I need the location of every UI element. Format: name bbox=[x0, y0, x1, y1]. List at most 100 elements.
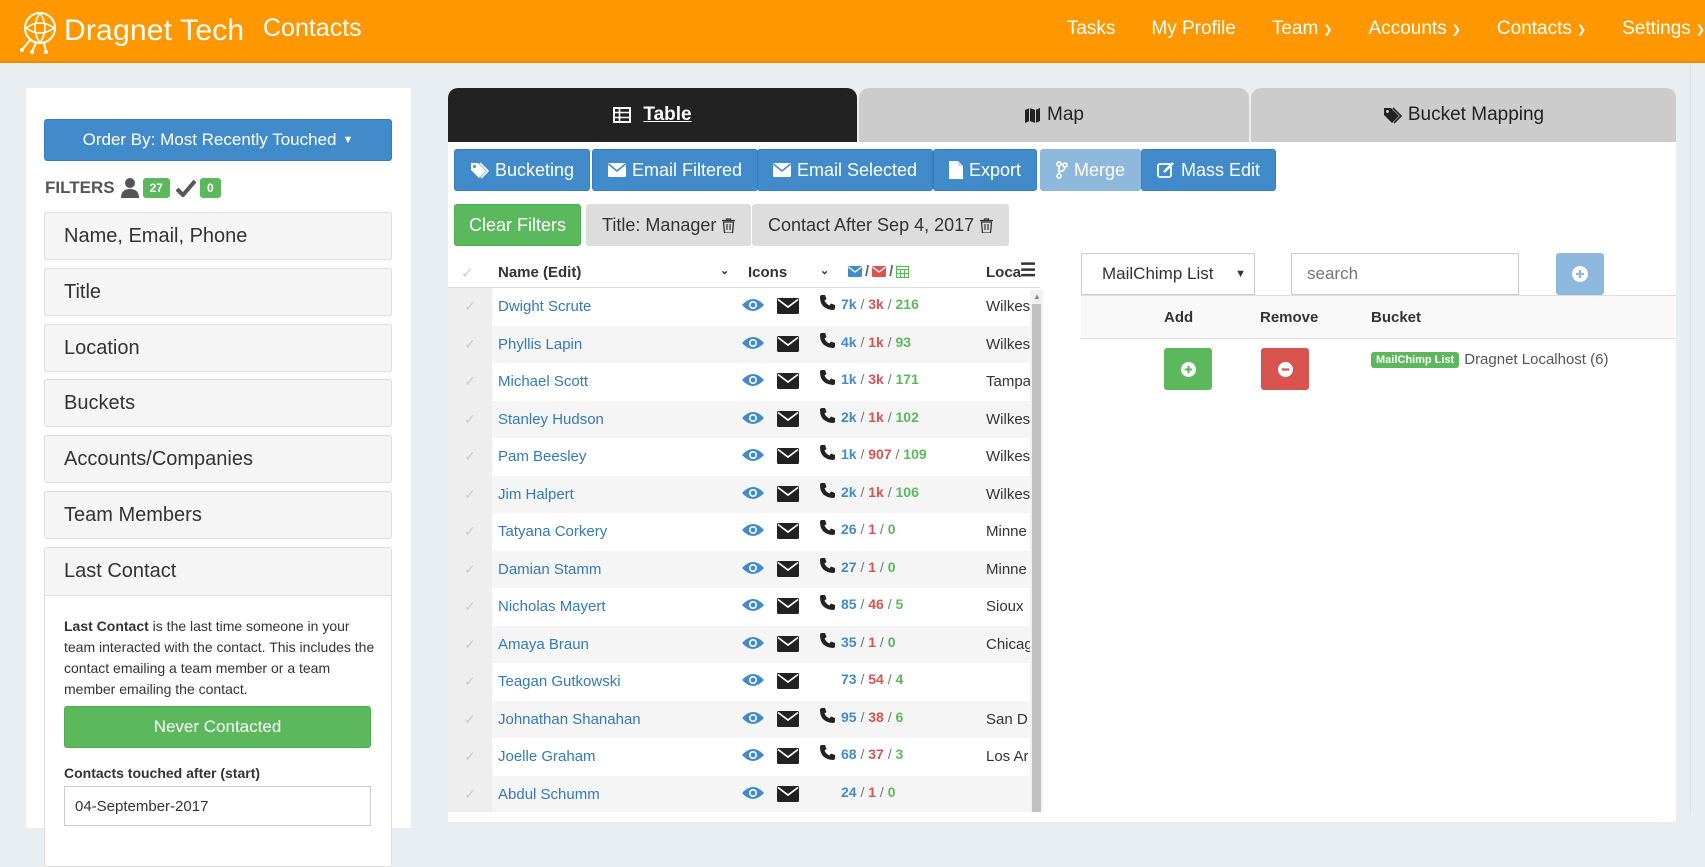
phone-icon[interactable] bbox=[819, 594, 836, 615]
trash-icon[interactable] bbox=[980, 217, 994, 233]
eye-icon[interactable] bbox=[741, 560, 765, 580]
phone-icon[interactable] bbox=[819, 332, 836, 353]
envelope-icon[interactable] bbox=[777, 485, 799, 506]
name-sort-chevron-icon[interactable]: ⌄ bbox=[720, 264, 729, 277]
email-selected-button[interactable]: Email Selected bbox=[757, 149, 934, 191]
phone-icon[interactable] bbox=[819, 632, 836, 653]
phone-icon[interactable] bbox=[819, 744, 836, 765]
row-select-check-icon[interactable]: ✓ bbox=[448, 550, 492, 588]
row-select-check-icon[interactable]: ✓ bbox=[448, 325, 492, 363]
eye-icon[interactable] bbox=[741, 447, 765, 467]
clear-filters-button[interactable]: Clear Filters bbox=[454, 204, 581, 246]
phone-icon[interactable] bbox=[819, 482, 836, 503]
eye-icon[interactable] bbox=[741, 335, 765, 355]
eye-icon[interactable] bbox=[741, 710, 765, 730]
envelope-icon[interactable] bbox=[777, 523, 799, 543]
remove-from-bucket-button[interactable] bbox=[1261, 348, 1309, 390]
nav-tasks[interactable]: Tasks bbox=[1067, 18, 1116, 40]
eye-icon[interactable] bbox=[741, 635, 765, 655]
envelope-icon[interactable] bbox=[777, 298, 799, 318]
brand-logo[interactable]: Dragnet Tech bbox=[16, 8, 244, 54]
filter-chip-title[interactable]: Title: Manager bbox=[586, 204, 752, 246]
envelope-icon[interactable] bbox=[777, 373, 799, 393]
phone-icon[interactable] bbox=[819, 407, 836, 428]
scroll-up-arrow-icon[interactable]: ▲ bbox=[1033, 292, 1041, 301]
filter-accounts-companies[interactable]: Accounts/Companies bbox=[44, 435, 392, 483]
contact-name-link[interactable]: Michael Scott bbox=[498, 373, 588, 390]
row-select-check-icon[interactable]: ✓ bbox=[448, 400, 492, 438]
order-by-dropdown[interactable]: Order By: Most Recently Touched ▼ bbox=[44, 119, 392, 161]
table-scrollbar[interactable]: ▲ bbox=[1030, 290, 1043, 812]
columns-menu-icon[interactable]: ☰ bbox=[1020, 260, 1036, 281]
nav-settings[interactable]: Settings ❯ bbox=[1622, 18, 1705, 40]
envelope-icon[interactable] bbox=[777, 785, 799, 806]
add-to-bucket-button[interactable] bbox=[1164, 348, 1212, 390]
tab-map[interactable]: Map bbox=[859, 88, 1249, 142]
row-select-check-icon[interactable]: ✓ bbox=[448, 475, 492, 513]
scrollbar-thumb[interactable] bbox=[1032, 304, 1041, 812]
contact-name-link[interactable]: Phyllis Lapin bbox=[498, 336, 582, 353]
filter-chip-contact-after[interactable]: Contact After Sep 4, 2017 bbox=[752, 204, 1010, 246]
contact-name-link[interactable]: Nicholas Mayert bbox=[498, 598, 606, 615]
eye-icon[interactable] bbox=[741, 522, 765, 542]
contact-name-link[interactable]: Damian Stamm bbox=[498, 561, 601, 578]
phone-icon[interactable] bbox=[819, 444, 836, 465]
never-contacted-button[interactable]: Never Contacted bbox=[64, 706, 371, 748]
filter-buckets[interactable]: Buckets bbox=[44, 379, 392, 427]
stats-column-header[interactable]: / / bbox=[848, 263, 910, 280]
contact-name-link[interactable]: Pam Beesley bbox=[498, 448, 586, 465]
envelope-icon[interactable] bbox=[777, 410, 799, 431]
eye-icon[interactable] bbox=[741, 410, 765, 430]
tab-table[interactable]: Table bbox=[448, 88, 857, 142]
bucketing-button[interactable]: Bucketing bbox=[454, 149, 591, 191]
eye-icon[interactable] bbox=[741, 785, 765, 805]
filter-location[interactable]: Location bbox=[44, 324, 392, 372]
name-column-header[interactable]: Name (Edit) bbox=[498, 264, 581, 281]
tab-bucket-mapping[interactable]: Bucket Mapping bbox=[1251, 88, 1676, 142]
row-select-check-icon[interactable]: ✓ bbox=[448, 625, 492, 663]
icons-sort-chevron-icon[interactable]: ⌄ bbox=[820, 264, 829, 277]
row-select-check-icon[interactable]: ✓ bbox=[448, 775, 492, 812]
eye-icon[interactable] bbox=[741, 597, 765, 617]
export-button[interactable]: Export bbox=[933, 149, 1038, 191]
contact-name-link[interactable]: Jim Halpert bbox=[498, 486, 574, 503]
email-filtered-button[interactable]: Email Filtered bbox=[592, 149, 759, 191]
phone-icon[interactable] bbox=[819, 557, 836, 578]
location-column-header[interactable]: Loca bbox=[986, 264, 1021, 281]
envelope-icon[interactable] bbox=[777, 710, 799, 731]
contact-name-link[interactable]: Teagan Gutkowski bbox=[498, 673, 621, 690]
bucket-name[interactable]: Dragnet Localhost (6) bbox=[1464, 351, 1608, 368]
row-select-check-icon[interactable]: ✓ bbox=[448, 738, 492, 776]
mass-edit-button[interactable]: Mass Edit bbox=[1141, 149, 1277, 191]
nav-accounts[interactable]: Accounts ❯ bbox=[1369, 18, 1461, 40]
trash-icon[interactable] bbox=[722, 217, 736, 233]
contact-name-link[interactable]: Stanley Hudson bbox=[498, 411, 604, 428]
add-bucket-button[interactable] bbox=[1556, 253, 1604, 295]
contact-name-link[interactable]: Tatyana Corkery bbox=[498, 523, 607, 540]
icons-column-header[interactable]: Icons bbox=[748, 264, 787, 281]
row-select-check-icon[interactable]: ✓ bbox=[448, 700, 492, 738]
eye-icon[interactable] bbox=[741, 747, 765, 767]
phone-icon[interactable] bbox=[819, 519, 836, 540]
nav-my-profile[interactable]: My Profile bbox=[1151, 18, 1235, 40]
last-contact-header[interactable]: Last Contact bbox=[45, 548, 391, 596]
phone-icon[interactable] bbox=[819, 294, 836, 315]
eye-icon[interactable] bbox=[741, 297, 765, 317]
contact-name-link[interactable]: Johnathan Shanahan bbox=[498, 711, 641, 728]
phone-icon[interactable] bbox=[819, 369, 836, 390]
row-select-check-icon[interactable]: ✓ bbox=[448, 363, 492, 401]
bucket-search-input[interactable] bbox=[1291, 253, 1519, 295]
merge-button[interactable]: Merge bbox=[1040, 149, 1142, 191]
bucket-type-select[interactable]: MailChimp List ▼ bbox=[1081, 253, 1255, 295]
select-all-check-icon[interactable]: ✓ bbox=[461, 264, 474, 282]
eye-icon[interactable] bbox=[741, 372, 765, 392]
envelope-icon[interactable] bbox=[777, 673, 799, 693]
filter-name-email-phone[interactable]: Name, Email, Phone bbox=[44, 212, 392, 260]
row-select-check-icon[interactable]: ✓ bbox=[448, 588, 492, 626]
eye-icon[interactable] bbox=[741, 672, 765, 692]
envelope-icon[interactable] bbox=[777, 335, 799, 356]
envelope-icon[interactable] bbox=[777, 598, 799, 618]
envelope-icon[interactable] bbox=[777, 635, 799, 656]
contact-name-link[interactable]: Joelle Graham bbox=[498, 748, 596, 765]
row-select-check-icon[interactable]: ✓ bbox=[448, 663, 492, 701]
